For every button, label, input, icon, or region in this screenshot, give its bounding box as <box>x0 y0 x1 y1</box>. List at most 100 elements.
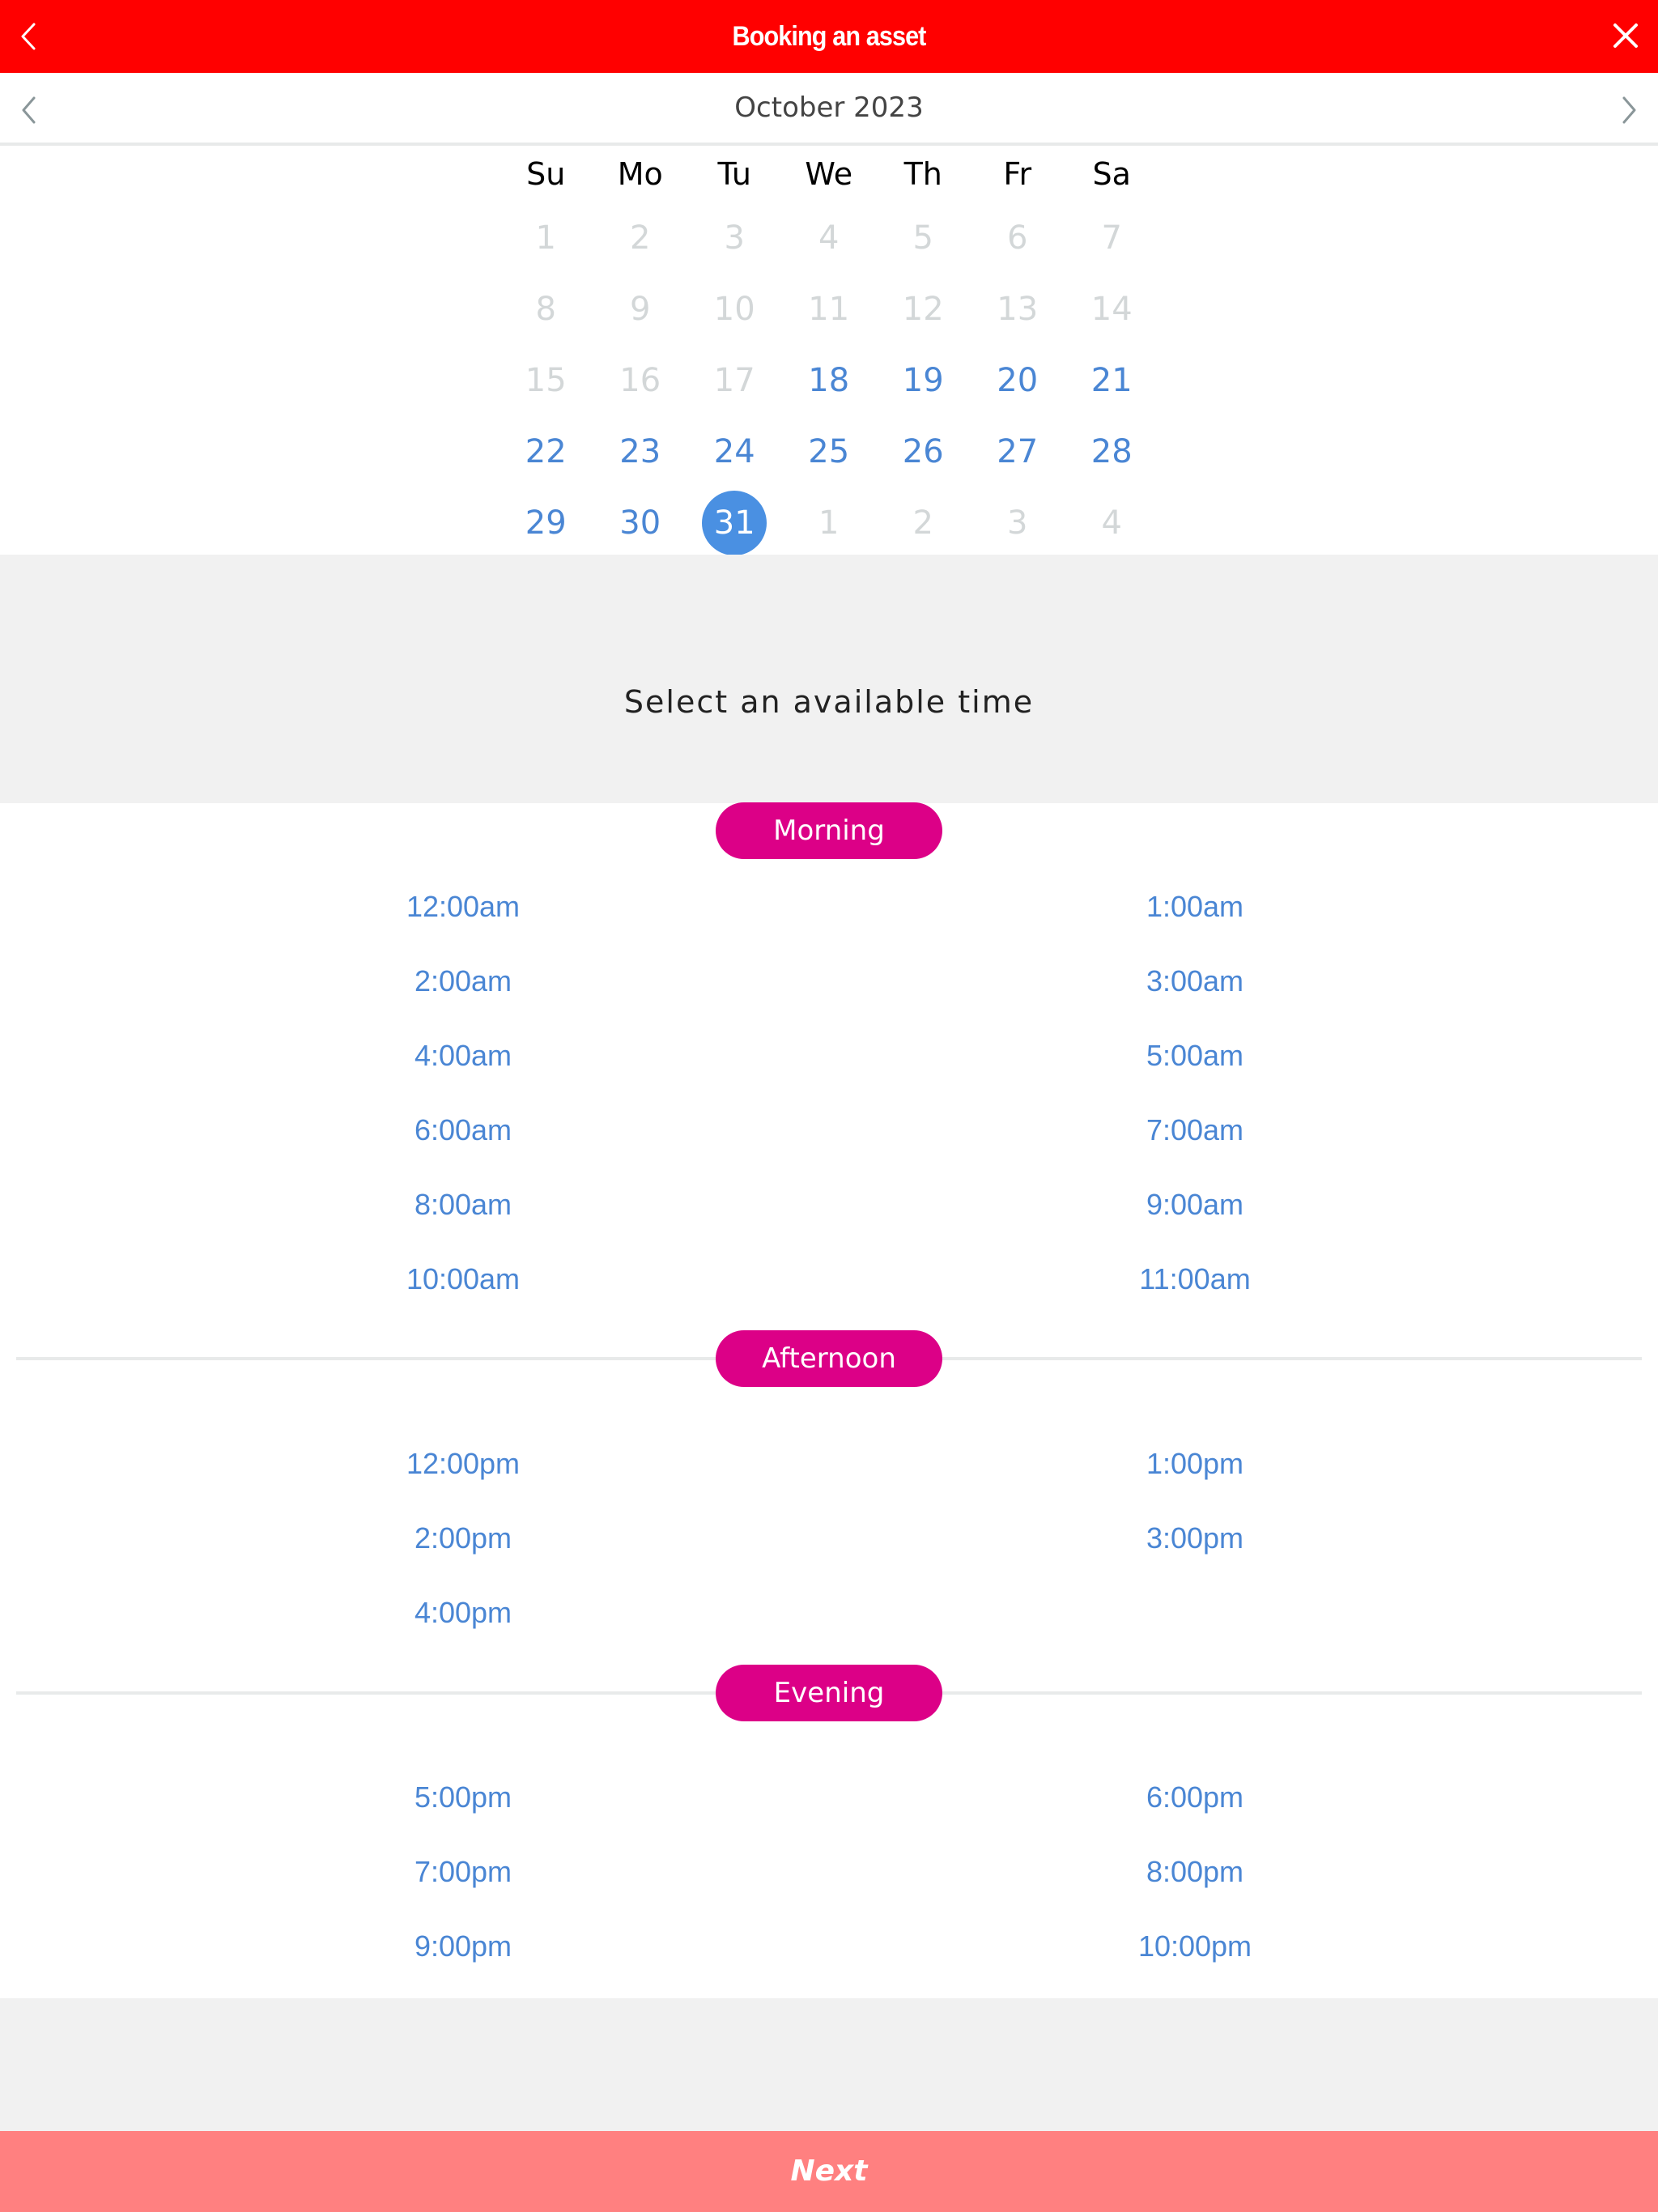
calendar-day: 6 <box>971 202 1065 274</box>
weekday-header: Fr <box>1003 156 1032 192</box>
calendar-day: 13 <box>971 274 1065 345</box>
calendar-day: 2 <box>593 202 688 274</box>
time-slot[interactable]: 4:00pm <box>301 1589 625 1637</box>
weekday-header: Sa <box>1092 156 1131 192</box>
day-number: 17 <box>713 362 755 399</box>
calendar-day: 1 <box>782 487 877 559</box>
calendar-grid: Su Mo Tu We Th Fr Sa 1 2 3 4 5 6 7 8 9 10 11 12 13 14 15 16 17 1… <box>499 146 1159 559</box>
day-number: 28 <box>1090 433 1133 470</box>
day-number: 20 <box>997 362 1039 399</box>
calendar-day: 3 <box>687 202 782 274</box>
day-number: 26 <box>902 433 944 470</box>
calendar-day: 4 <box>782 202 877 274</box>
time-slot[interactable]: 9:00am <box>1033 1180 1357 1229</box>
weekday-header: We <box>805 156 853 192</box>
time-slot[interactable]: 1:00pm <box>1033 1440 1357 1488</box>
page-title: Booking an asset <box>732 21 927 52</box>
time-slots: Morning 12:00am 1:00am 2:00am 3:00am 4:00am 5:… <box>0 802 1658 1998</box>
calendar-day[interactable]: 19 <box>876 345 971 416</box>
calendar-day: 3 <box>971 487 1065 559</box>
calendar-day[interactable]: 22 <box>499 416 593 487</box>
time-slot[interactable]: 12:00am <box>301 883 625 931</box>
time-slot[interactable]: 10:00am <box>301 1255 625 1304</box>
time-slot[interactable]: 3:00am <box>1033 957 1357 1006</box>
day-number: 4 <box>818 219 840 257</box>
day-number: 2 <box>912 504 933 542</box>
time-slot[interactable]: 11:00am <box>1033 1255 1357 1304</box>
calendar-day[interactable]: 20 <box>971 345 1065 416</box>
day-number: 18 <box>808 362 850 399</box>
time-slot[interactable]: 1:00am <box>1033 883 1357 931</box>
time-slot[interactable]: 5:00am <box>1033 1032 1357 1080</box>
calendar-day: 15 <box>499 345 593 416</box>
calendar-day: 5 <box>876 202 971 274</box>
day-number: 5 <box>912 219 933 257</box>
time-slot[interactable]: 8:00pm <box>1033 1848 1357 1896</box>
day-number: 3 <box>724 219 745 257</box>
calendar-day[interactable]: 18 <box>782 345 877 416</box>
day-number: 21 <box>1090 362 1133 399</box>
section-label-afternoon: Afternoon <box>716 1330 942 1387</box>
month-navigator: October 2023 <box>0 73 1658 146</box>
time-slot[interactable]: 2:00am <box>301 957 625 1006</box>
day-number: 31 <box>702 491 767 555</box>
day-number: 29 <box>525 504 567 542</box>
calendar-day[interactable]: 26 <box>876 416 971 487</box>
calendar-day[interactable]: 29 <box>499 487 593 559</box>
calendar-day: 12 <box>876 274 971 345</box>
day-number: 16 <box>619 362 661 399</box>
day-number: 3 <box>1007 504 1028 542</box>
day-number: 15 <box>525 362 567 399</box>
calendar-day[interactable]: 21 <box>1065 345 1159 416</box>
calendar-day: 8 <box>499 274 593 345</box>
calendar-day: 4 <box>1065 487 1159 559</box>
day-number: 25 <box>808 433 850 470</box>
day-number: 1 <box>818 504 840 542</box>
time-slot[interactable]: 3:00pm <box>1033 1514 1357 1563</box>
calendar-day[interactable]: 30 <box>593 487 688 559</box>
back-button[interactable] <box>11 18 49 55</box>
time-slot[interactable]: 6:00pm <box>1033 1773 1357 1822</box>
calendar-day: 7 <box>1065 202 1159 274</box>
chevron-left-icon <box>21 23 36 50</box>
day-number: 11 <box>808 291 850 328</box>
day-number: 22 <box>525 433 567 470</box>
close-button[interactable] <box>1606 16 1645 55</box>
time-slot[interactable]: 10:00pm <box>1033 1922 1357 1971</box>
time-slot[interactable]: 7:00pm <box>301 1848 625 1896</box>
calendar-day-selected[interactable]: 31 <box>687 487 782 559</box>
calendar-day[interactable]: 27 <box>971 416 1065 487</box>
time-slot[interactable]: 4:00am <box>301 1032 625 1080</box>
close-icon <box>1613 23 1638 48</box>
calendar-day: 11 <box>782 274 877 345</box>
time-slot[interactable]: 5:00pm <box>301 1773 625 1822</box>
weekday-header: Su <box>526 156 566 192</box>
calendar-day[interactable]: 24 <box>687 416 782 487</box>
day-number: 23 <box>619 433 661 470</box>
time-slot[interactable]: 12:00pm <box>301 1440 625 1488</box>
weekday-header: Mo <box>617 156 663 192</box>
calendar-day: 16 <box>593 345 688 416</box>
time-prompt: Select an available time <box>623 684 1035 720</box>
next-button[interactable]: Next <box>0 2131 1658 2212</box>
time-slot[interactable]: 6:00am <box>301 1106 625 1155</box>
time-slot[interactable]: 7:00am <box>1033 1106 1357 1155</box>
section-label-morning: Morning <box>716 802 942 859</box>
calendar-day: 17 <box>687 345 782 416</box>
time-slot[interactable]: 8:00am <box>301 1180 625 1229</box>
calendar-day: 2 <box>876 487 971 559</box>
calendar-day[interactable]: 23 <box>593 416 688 487</box>
time-slot[interactable]: 2:00pm <box>301 1514 625 1563</box>
calendar-day: 10 <box>687 274 782 345</box>
next-month-button[interactable] <box>1611 94 1643 126</box>
day-number: 4 <box>1101 504 1122 542</box>
day-number: 2 <box>630 219 651 257</box>
weekday-header: Th <box>903 156 942 192</box>
day-number: 13 <box>997 291 1039 328</box>
calendar-day[interactable]: 25 <box>782 416 877 487</box>
day-number: 9 <box>630 291 651 328</box>
calendar-day[interactable]: 28 <box>1065 416 1159 487</box>
time-slot[interactable]: 9:00pm <box>301 1922 625 1971</box>
calendar-day: 9 <box>593 274 688 345</box>
day-number: 7 <box>1101 219 1122 257</box>
